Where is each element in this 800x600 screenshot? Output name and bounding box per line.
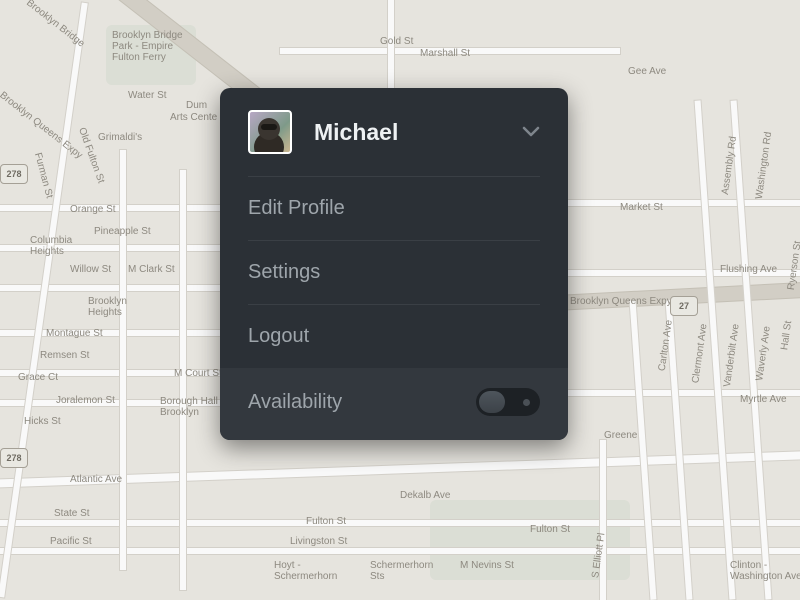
map-label: Market St <box>620 202 663 213</box>
avatar <box>248 110 292 154</box>
map-label: M Nevins St <box>460 560 514 571</box>
map-label: Washington Rd <box>754 131 774 200</box>
menu-item-edit-profile[interactable]: Edit Profile <box>220 177 568 240</box>
map-label: Furman St <box>32 152 55 200</box>
map-label: Dum <box>186 100 207 111</box>
map-label: Arts Cente <box>170 112 217 123</box>
map-label: Flushing Ave <box>720 264 777 275</box>
user-menu-header[interactable]: Michael <box>220 88 568 176</box>
map-label: Orange St <box>70 204 116 215</box>
map-label: Livingston St <box>290 536 347 547</box>
map-label: Hicks St <box>24 416 61 427</box>
availability-toggle[interactable] <box>476 388 540 416</box>
availability-row: Availability <box>220 368 568 440</box>
map-label: Waverly Ave <box>754 325 773 381</box>
menu-item-settings[interactable]: Settings <box>220 241 568 304</box>
map-label: M Clark St <box>128 264 175 275</box>
user-name: Michael <box>314 119 522 146</box>
map-label: Clinton - Washington Ave <box>730 560 800 582</box>
map-label: Brooklyn Bridge Park - Empire Fulton Fer… <box>112 30 183 63</box>
map-label: Vanderbilt Ave <box>722 323 742 387</box>
menu-item-logout[interactable]: Logout <box>220 305 568 368</box>
map-label: Brooklyn Queens Expy <box>570 296 672 307</box>
map-label: Grace Ct <box>18 372 58 383</box>
map-label: Gold St <box>380 36 413 47</box>
map-label: Fulton St <box>530 524 570 535</box>
map-label: Joralemon St <box>56 395 115 406</box>
map-label: Remsen St <box>40 350 89 361</box>
map-label: Brooklyn Heights <box>88 296 127 318</box>
map-label: Grimaldi's <box>98 132 142 143</box>
route-shield: 278 <box>0 164 28 184</box>
map-label: Pineapple St <box>94 226 151 237</box>
map-label: Columbia Heights <box>30 235 72 257</box>
toggle-knob <box>479 391 505 413</box>
user-menu-dropdown: Michael Edit Profile Settings Logout Ava… <box>220 88 568 440</box>
map-label: Dekalb Ave <box>400 490 450 501</box>
map-label: M Court St <box>174 368 222 379</box>
availability-label: Availability <box>248 391 342 414</box>
map-label: Schermerhorn Sts <box>370 560 433 582</box>
route-shield: 278 <box>0 448 28 468</box>
map-label: Greene <box>604 430 637 441</box>
map-label: State St <box>54 508 90 519</box>
route-shield: 27 <box>670 296 698 316</box>
map-label: Marshall St <box>420 48 470 59</box>
map-label: Montague St <box>46 328 103 339</box>
map-label: Willow St <box>70 264 111 275</box>
map-label: Brooklyn Bridge <box>24 0 86 50</box>
chevron-down-icon <box>522 123 540 141</box>
map-label: Hall St <box>779 320 794 351</box>
map-label: Water St <box>128 90 167 101</box>
map-label: Myrtle Ave <box>740 394 787 405</box>
map-label: Atlantic Ave <box>70 474 122 485</box>
map-label: Gee Ave <box>628 66 666 77</box>
map-label: Fulton St <box>306 516 346 527</box>
map-label: Pacific St <box>50 536 92 547</box>
toggle-indicator <box>523 399 530 406</box>
map-label: Borough Hall - Brooklyn <box>160 396 224 418</box>
map-label: Clermont Ave <box>690 323 709 384</box>
map-label: Hoyt - Schermerhorn <box>274 560 337 582</box>
